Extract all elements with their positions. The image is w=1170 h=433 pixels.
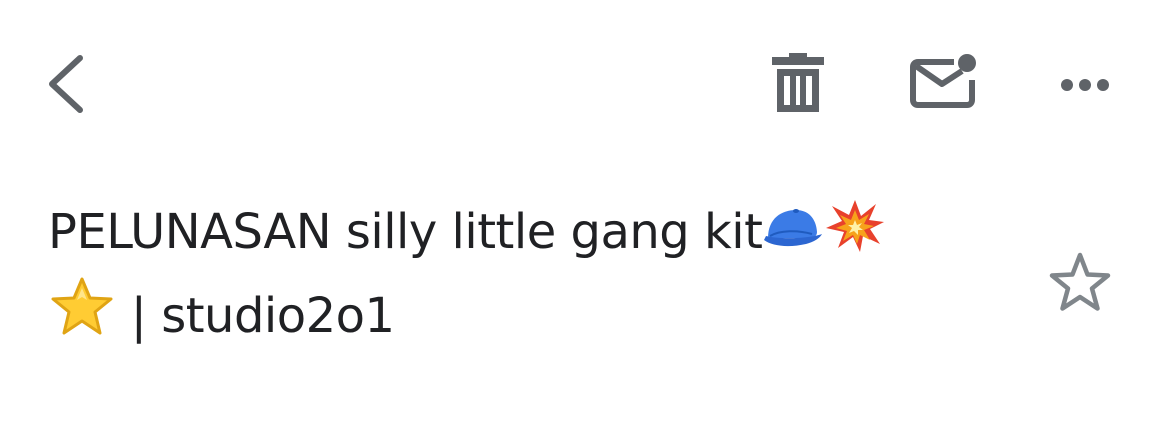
subject-text-2: | studio2o1 [116, 288, 395, 344]
back-button[interactable] [38, 48, 94, 120]
mark-unread-button[interactable] [904, 46, 984, 118]
chevron-left-icon [49, 55, 83, 113]
email-subject: PELUNASAN silly little gang kit | studio… [48, 190, 1008, 358]
delete-button[interactable] [762, 50, 834, 122]
subject-line-2: | studio2o1 [48, 274, 1008, 358]
mail-unread-icon [910, 54, 976, 108]
more-options-button[interactable] [1052, 60, 1118, 110]
collision-emoji [824, 198, 886, 254]
star-emoji [48, 276, 116, 338]
trash-icon [772, 53, 824, 112]
star-outline-icon [1049, 252, 1111, 311]
top-toolbar [0, 0, 1170, 170]
cap-emoji [762, 204, 824, 254]
star-button[interactable] [1046, 250, 1114, 316]
subject-line-1: PELUNASAN silly little gang kit [48, 190, 1008, 274]
subject-text-1: PELUNASAN silly little gang kit [48, 204, 763, 260]
more-horizontal-icon [1061, 79, 1109, 91]
